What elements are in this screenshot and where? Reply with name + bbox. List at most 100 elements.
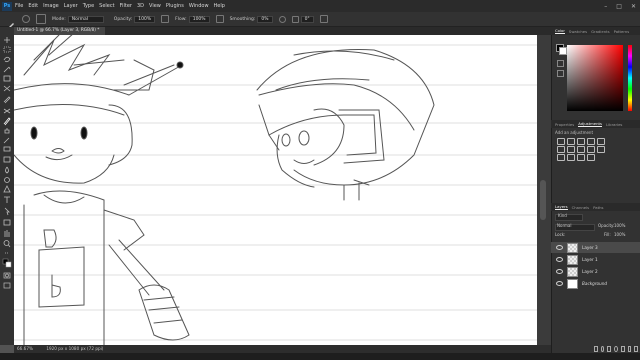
new-adjustment-icon[interactable] (614, 345, 618, 352)
opacity-input[interactable]: 100% (134, 15, 156, 23)
layer-name[interactable]: Layer 2 (582, 269, 598, 274)
visibility-eye-icon[interactable] (556, 281, 563, 286)
document-info[interactable]: 1920 px x 1080 px (72 ppi) (46, 346, 103, 351)
layer-name[interactable]: Layer 3 (582, 245, 598, 250)
healing-tool-icon (3, 108, 11, 114)
channel-mixer-adjustment-icon[interactable] (597, 146, 605, 153)
menu-view[interactable]: View (149, 0, 161, 12)
brush-settings-icon[interactable] (36, 14, 46, 24)
tab-patterns[interactable]: Patterns (614, 29, 630, 34)
posterize-adjustment-icon[interactable] (567, 154, 575, 161)
threshold-adjustment-icon[interactable] (577, 154, 585, 161)
app-logo[interactable]: Ps (2, 1, 12, 11)
tab-gradients[interactable]: Gradients (591, 29, 610, 34)
visibility-eye-icon[interactable] (556, 257, 563, 262)
link-layers-icon[interactable] (594, 345, 598, 352)
tab-swatches[interactable]: Swatches (569, 29, 587, 34)
panel-background-swatch[interactable] (559, 47, 567, 55)
menu-plugins[interactable]: Plugins (166, 0, 184, 12)
brightness-adjustment-icon[interactable] (557, 138, 565, 145)
visibility-eye-icon[interactable] (556, 245, 563, 250)
menu-type[interactable]: Type (83, 0, 94, 12)
brush-tool-preset-icon[interactable] (6, 15, 16, 30)
move-tool-icon (4, 37, 10, 43)
menu-edit[interactable]: Edit (28, 0, 38, 12)
layer-style-icon[interactable] (600, 345, 605, 352)
layer-row[interactable]: Layer 2 (551, 266, 640, 277)
pen-tool-icon (3, 185, 11, 193)
smoothing-gear-icon[interactable] (278, 15, 286, 23)
fill-value[interactable]: 100% (614, 232, 625, 237)
menu-window[interactable]: Window (189, 0, 209, 12)
curves-adjustment-icon[interactable] (577, 138, 585, 145)
hue-slider[interactable] (628, 45, 632, 111)
add-mask-icon[interactable] (607, 345, 612, 352)
layer-opacity-label: Opacity: (598, 223, 615, 228)
maximize-button[interactable]: □ (616, 3, 622, 10)
black-white-adjustment-icon[interactable] (577, 146, 585, 153)
canvas[interactable] (14, 35, 537, 345)
angle-input[interactable]: 0° (300, 15, 314, 23)
layer-row[interactable]: Background (551, 278, 640, 289)
levels-adjustment-icon[interactable] (567, 138, 575, 145)
tab-libraries[interactable]: Libraries (606, 122, 622, 127)
close-button[interactable]: ✕ (631, 3, 636, 10)
hue-saturation-adjustment-icon[interactable] (557, 146, 565, 153)
zoom-level[interactable]: 66.67% (17, 346, 33, 351)
path-select-tool-icon (4, 207, 10, 216)
zoom-tool-icon (3, 240, 10, 246)
tab-color[interactable]: Color (555, 28, 565, 34)
brush-tool-icon (3, 117, 11, 126)
delete-layer-icon[interactable] (634, 345, 639, 352)
menu-filter[interactable]: Filter (120, 0, 132, 12)
layer-name[interactable]: Background (582, 281, 607, 286)
menu-image[interactable]: Image (43, 0, 59, 12)
window-controls: – □ ✕ (604, 0, 636, 12)
menu-help[interactable]: Help (214, 0, 225, 12)
photo-filter-adjustment-icon[interactable] (587, 146, 595, 153)
blend-mode-value: Normal (557, 223, 572, 228)
minimize-button[interactable]: – (604, 3, 607, 10)
pressure-size-icon[interactable] (319, 15, 328, 23)
scrollbar-thumb[interactable] (540, 180, 546, 220)
menu-select[interactable]: Select (99, 0, 114, 12)
marquee-tool-icon (3, 46, 11, 53)
layer-opacity-value[interactable]: 100% (614, 223, 625, 228)
menu-layer[interactable]: Layer (64, 0, 78, 12)
selective-color-adjustment-icon[interactable] (587, 154, 595, 161)
flow-input[interactable]: 100% (188, 15, 210, 23)
layers-footer (594, 345, 639, 352)
visibility-eye-icon[interactable] (556, 269, 563, 274)
tab-layers[interactable]: Layers (555, 204, 568, 210)
tab-properties[interactable]: Properties (555, 122, 574, 127)
smoothing-input[interactable]: 0% (257, 15, 273, 23)
menu-file[interactable]: File (15, 0, 23, 12)
dodge-tool-icon (4, 177, 10, 183)
eyedropper-tool-icon (3, 96, 11, 104)
crop-tool-icon (3, 75, 11, 82)
airbrush-icon[interactable] (215, 15, 224, 23)
web-color-icon[interactable] (557, 70, 564, 77)
menu-3d[interactable]: 3D (137, 0, 144, 12)
new-layer-icon[interactable] (627, 345, 632, 352)
color-picker-icon[interactable] (557, 60, 564, 67)
tab-paths[interactable]: Paths (593, 205, 603, 210)
properties-panel-tabs: Properties Adjustments Libraries (551, 120, 640, 128)
tools-icons (2, 37, 12, 289)
layer-filter-kind: Kind (558, 213, 567, 218)
color-field[interactable] (567, 45, 623, 111)
invert-adjustment-icon[interactable] (557, 154, 565, 161)
color-balance-adjustment-icon[interactable] (567, 146, 575, 153)
mode-select[interactable]: Normal (67, 15, 104, 23)
tab-adjustments[interactable]: Adjustments (578, 121, 602, 127)
exposure-adjustment-icon[interactable] (587, 138, 595, 145)
new-group-icon[interactable] (620, 345, 625, 352)
vibrance-adjustment-icon[interactable] (597, 138, 605, 145)
layer-row[interactable]: Layer 1 (551, 254, 640, 265)
brush-size-icon[interactable] (22, 15, 30, 23)
tab-channels[interactable]: Channels (572, 205, 590, 210)
pressure-opacity-icon[interactable] (161, 15, 170, 23)
document-tab[interactable]: Untitled-1 @ 66.7% (Layer 3, RGB/8) * (14, 27, 106, 35)
layer-row[interactable]: Layer 3 (551, 242, 640, 253)
layer-name[interactable]: Layer 1 (582, 257, 598, 262)
